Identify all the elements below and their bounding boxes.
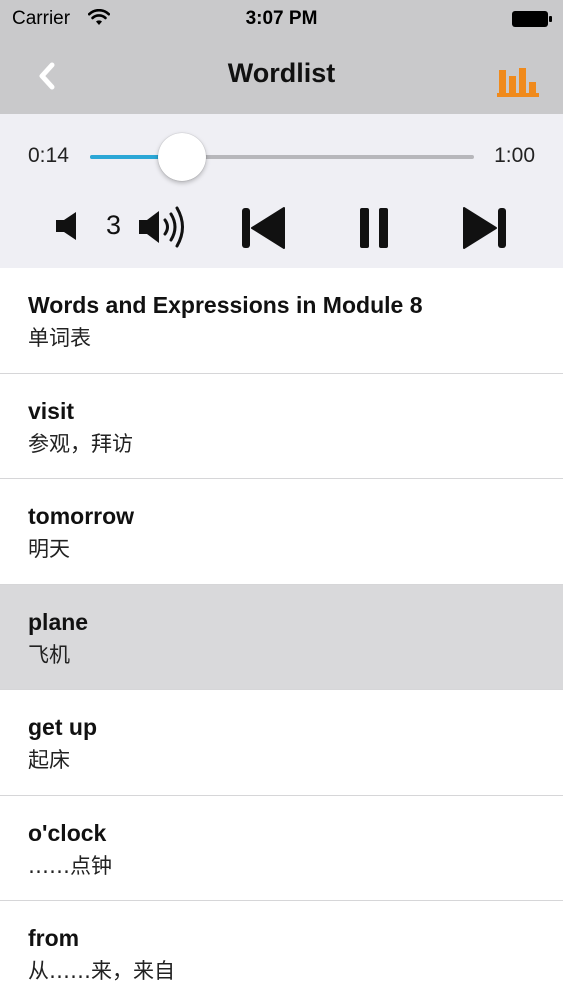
status-time: 3:07 PM bbox=[245, 8, 318, 29]
word-english: get up bbox=[28, 714, 97, 740]
word-list-item[interactable]: visit 参观，拜访 bbox=[0, 373, 563, 479]
volume-up-icon[interactable] bbox=[137, 204, 191, 250]
word-list-item[interactable]: tomorrow 明天 bbox=[0, 479, 563, 585]
total-time: 1:00 bbox=[494, 144, 535, 167]
word-list: Words and Expressions in Module 8 单词表 vi… bbox=[0, 268, 563, 1000]
word-chinese: 参观，拜访 bbox=[28, 431, 133, 456]
word-chinese: 明天 bbox=[28, 537, 70, 561]
word-list-item[interactable]: get up 起床 bbox=[0, 690, 563, 796]
word-english: visit bbox=[28, 397, 75, 424]
volume-down-icon[interactable] bbox=[54, 210, 82, 242]
progress-thumb[interactable] bbox=[158, 133, 207, 181]
word-english: plane bbox=[28, 608, 89, 635]
status-bar: Carrier 3:07 PM bbox=[0, 0, 563, 40]
word-english: Words and Expressions in Module 8 bbox=[28, 292, 423, 318]
previous-track-icon[interactable] bbox=[240, 206, 286, 250]
next-track-icon[interactable] bbox=[462, 206, 508, 250]
audio-player: 0:14 1:00 3 bbox=[0, 114, 563, 268]
battery-icon bbox=[512, 11, 552, 27]
word-list-item[interactable]: from 从……来，来自 bbox=[0, 901, 563, 1000]
page-title: Wordlist bbox=[227, 58, 336, 88]
word-english: tomorrow bbox=[28, 503, 135, 529]
word-list-item[interactable]: Words and Expressions in Module 8 单词表 bbox=[0, 268, 563, 374]
bar-chart-icon[interactable] bbox=[497, 60, 541, 100]
word-list-item[interactable]: plane 飞机 bbox=[0, 584, 563, 690]
word-chinese: 从……来，来自 bbox=[28, 959, 175, 983]
elapsed-time: 0:14 bbox=[28, 144, 69, 167]
word-chinese: ……点钟 bbox=[28, 853, 112, 878]
progress-slider[interactable] bbox=[90, 133, 474, 181]
word-english: o'clock bbox=[28, 819, 107, 846]
word-english: from bbox=[28, 925, 80, 951]
back-button[interactable] bbox=[28, 56, 68, 96]
volume-level: 3 bbox=[106, 210, 122, 240]
word-chinese: 起床 bbox=[28, 748, 70, 772]
navigation-bar: Wordlist bbox=[0, 40, 563, 114]
word-list-item[interactable]: o'clock ……点钟 bbox=[0, 795, 563, 901]
pause-icon[interactable] bbox=[358, 206, 390, 250]
word-chinese: 飞机 bbox=[28, 642, 70, 667]
word-chinese: 单词表 bbox=[28, 326, 91, 350]
